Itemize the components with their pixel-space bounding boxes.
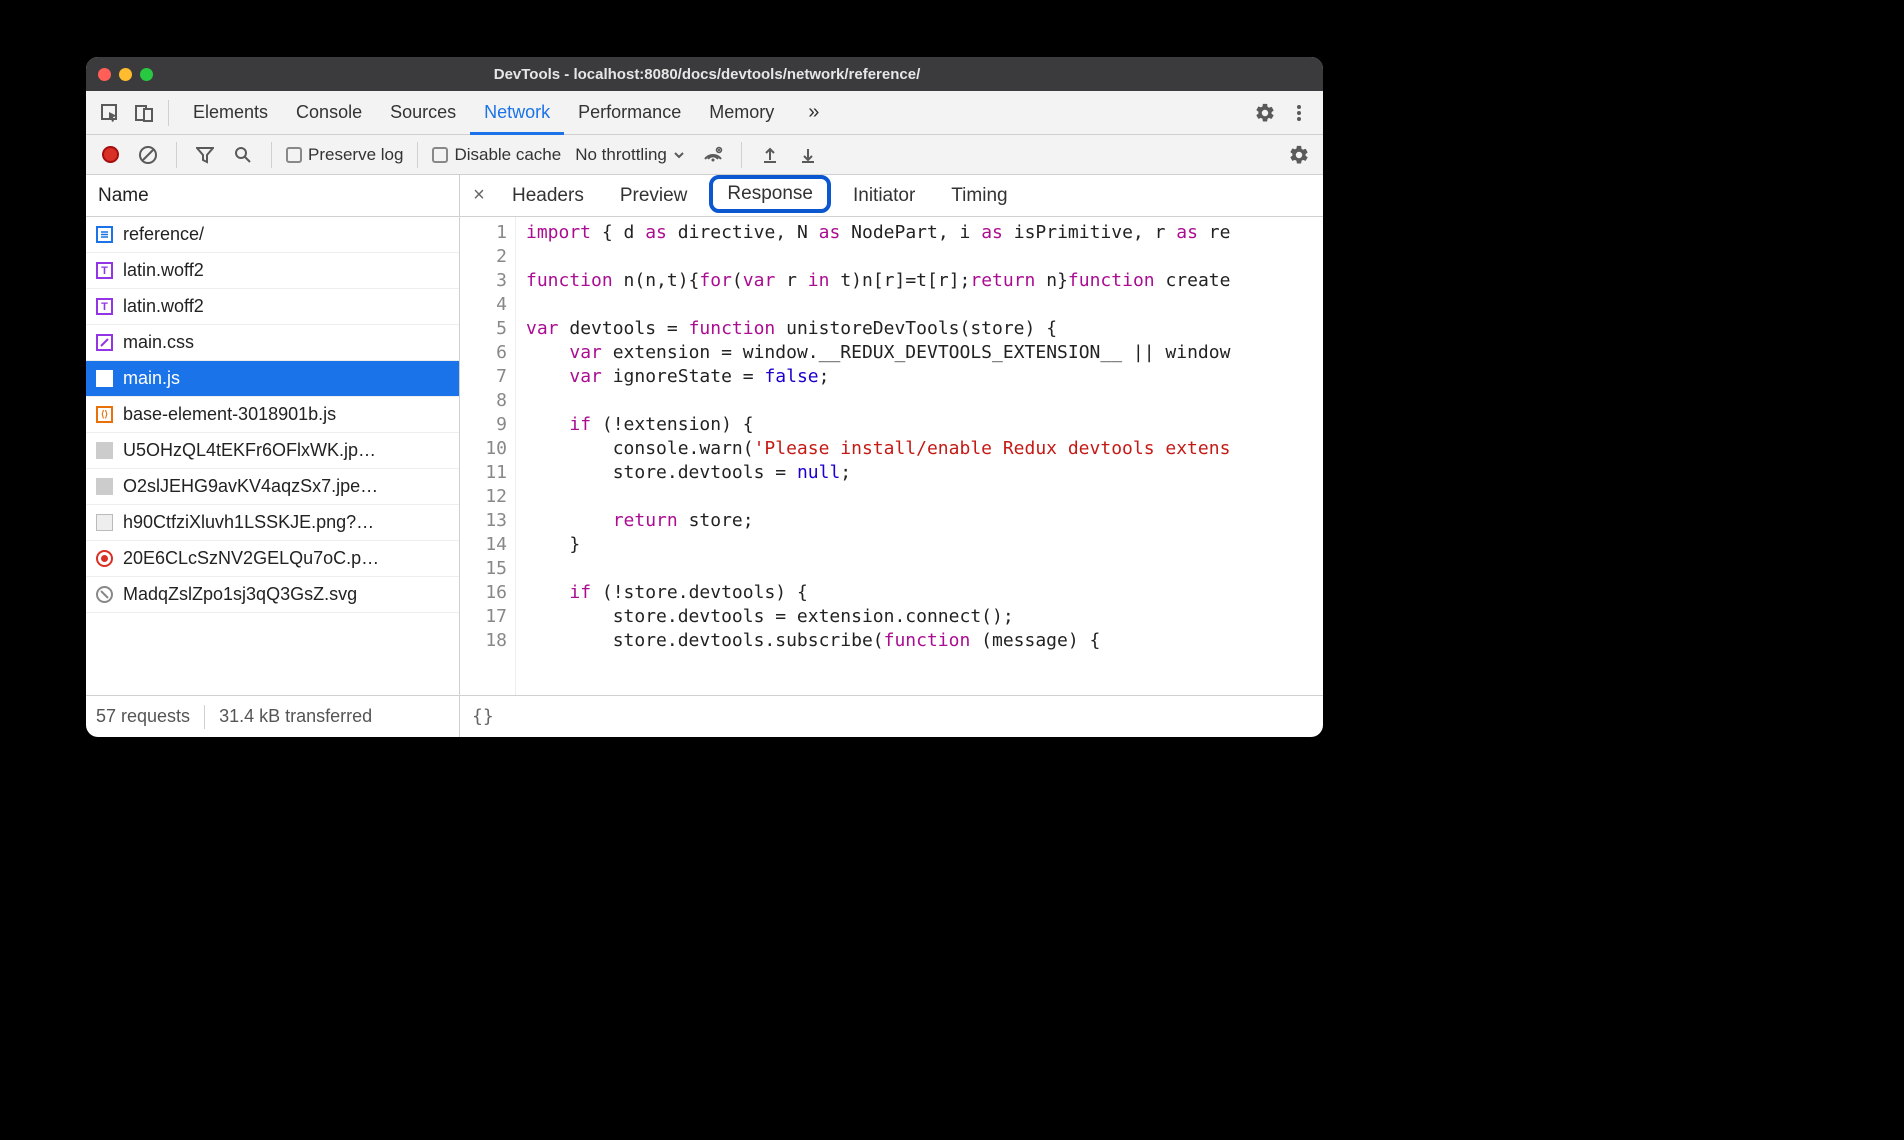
css-file-icon — [96, 334, 113, 351]
request-row[interactable]: 20E6CLcSzNV2GELQu7oC.p… — [86, 541, 459, 577]
tab-elements[interactable]: Elements — [179, 91, 282, 135]
png-file-icon — [96, 514, 113, 531]
network-toolbar: Preserve log Disable cache No throttling — [86, 135, 1323, 175]
minimize-window-button[interactable] — [119, 68, 132, 81]
request-row[interactable]: Tlatin.woff2 — [86, 253, 459, 289]
window-controls — [98, 68, 153, 81]
request-row[interactable]: U5OHzQL4tEKFr6OFlxWK.jp… — [86, 433, 459, 469]
request-row[interactable]: MadqZslZpo1sj3qQ3GsZ.svg — [86, 577, 459, 613]
search-icon[interactable] — [229, 141, 257, 169]
tab-memory[interactable]: Memory — [695, 91, 788, 135]
jso-file-icon: ⟨⟩ — [96, 406, 113, 423]
doc-file-icon — [96, 226, 113, 243]
requests-count: 57 requests — [96, 706, 190, 727]
devtools-window: DevTools - localhost:8080/docs/devtools/… — [86, 57, 1323, 737]
request-name: main.css — [123, 332, 194, 353]
img-file-icon — [96, 478, 113, 495]
disable-cache-checkbox[interactable]: Disable cache — [432, 145, 561, 165]
response-code-area[interactable]: 1 2 3 4 5 6 7 8 9 10 11 12 13 14 15 16 1… — [460, 217, 1323, 695]
request-name: base-element-3018901b.js — [123, 404, 336, 425]
detail-tab-timing[interactable]: Timing — [933, 175, 1025, 217]
separator — [271, 142, 272, 168]
detail-tab-headers[interactable]: Headers — [494, 175, 602, 217]
request-row[interactable]: Tlatin.woff2 — [86, 289, 459, 325]
detail-pane: × HeadersPreviewResponseInitiatorTiming … — [460, 175, 1323, 737]
window-title: DevTools - localhost:8080/docs/devtools/… — [153, 66, 1261, 83]
chevron-down-icon — [673, 149, 685, 161]
tab-performance[interactable]: Performance — [564, 91, 695, 135]
request-name: MadqZslZpo1sj3qQ3GsZ.svg — [123, 584, 357, 605]
request-row[interactable]: h90CtfziXluvh1LSSKJE.png?… — [86, 505, 459, 541]
response-footer: {} — [460, 695, 1323, 737]
request-name: main.js — [123, 368, 180, 389]
request-name: 20E6CLcSzNV2GELQu7oC.p… — [123, 548, 379, 569]
close-detail-icon[interactable]: × — [464, 184, 494, 207]
settings-gear-icon[interactable] — [1251, 99, 1279, 127]
clear-icon[interactable] — [134, 141, 162, 169]
device-toolbar-icon[interactable] — [130, 99, 158, 127]
request-name: latin.woff2 — [123, 260, 204, 281]
detail-tab-initiator[interactable]: Initiator — [835, 175, 933, 217]
name-column-header[interactable]: Name — [86, 175, 459, 217]
request-row[interactable]: ⟨⟩ main.js — [86, 361, 459, 397]
detail-tab-response[interactable]: Response — [709, 175, 831, 213]
titlebar: DevTools - localhost:8080/docs/devtools/… — [86, 57, 1323, 91]
request-row[interactable]: main.css — [86, 325, 459, 361]
disable-cache-label: Disable cache — [454, 145, 561, 164]
svg-file-icon — [96, 586, 113, 603]
preserve-log-checkbox[interactable]: Preserve log — [286, 145, 403, 165]
pretty-print-button[interactable]: {} — [472, 706, 494, 727]
img-file-icon — [96, 442, 113, 459]
close-window-button[interactable] — [98, 68, 111, 81]
font-file-icon: T — [96, 298, 113, 315]
request-name: O2slJEHG9avKV4aqzSx7.jpe… — [123, 476, 378, 497]
zoom-window-button[interactable] — [140, 68, 153, 81]
tab-sources[interactable]: Sources — [376, 91, 470, 135]
request-name: U5OHzQL4tEKFr6OFlxWK.jp… — [123, 440, 376, 461]
fav-file-icon — [96, 550, 113, 567]
panel-body: Name reference/Tlatin.woff2Tlatin.woff2m… — [86, 175, 1323, 737]
record-button[interactable] — [96, 141, 124, 169]
download-har-icon[interactable] — [794, 141, 822, 169]
preserve-log-label: Preserve log — [308, 145, 403, 164]
throttling-value: No throttling — [575, 145, 667, 165]
font-file-icon: T — [96, 262, 113, 279]
request-name: latin.woff2 — [123, 296, 204, 317]
request-row[interactable]: ⟨⟩ base-element-3018901b.js — [86, 397, 459, 433]
separator — [741, 142, 742, 168]
more-tabs-button[interactable]: » — [794, 91, 833, 135]
line-gutter: 1 2 3 4 5 6 7 8 9 10 11 12 13 14 15 16 1… — [460, 217, 516, 695]
separator — [204, 705, 205, 729]
js-file-icon: ⟨⟩ — [96, 370, 113, 387]
kebab-menu-icon[interactable] — [1285, 99, 1313, 127]
request-list[interactable]: reference/Tlatin.woff2Tlatin.woff2main.c… — [86, 217, 459, 695]
tab-console[interactable]: Console — [282, 91, 376, 135]
network-conditions-icon[interactable] — [699, 141, 727, 169]
filter-icon[interactable] — [191, 141, 219, 169]
main-tabs-row: ElementsConsoleSourcesNetworkPerformance… — [86, 91, 1323, 135]
upload-har-icon[interactable] — [756, 141, 784, 169]
inspect-element-icon[interactable] — [96, 99, 124, 127]
request-name: h90CtfziXluvh1LSSKJE.png?… — [123, 512, 374, 533]
request-name: reference/ — [123, 224, 204, 245]
separator — [176, 142, 177, 168]
separator — [168, 100, 169, 126]
tab-network[interactable]: Network — [470, 91, 564, 135]
throttling-select[interactable]: No throttling — [571, 145, 689, 165]
detail-tabs-row: × HeadersPreviewResponseInitiatorTiming — [460, 175, 1323, 217]
separator — [417, 142, 418, 168]
status-bar: 57 requests 31.4 kB transferred — [86, 695, 459, 737]
network-settings-gear-icon[interactable] — [1285, 141, 1313, 169]
requests-pane: Name reference/Tlatin.woff2Tlatin.woff2m… — [86, 175, 460, 737]
detail-tab-preview[interactable]: Preview — [602, 175, 706, 217]
transferred-size: 31.4 kB transferred — [219, 706, 372, 727]
main-tabs: ElementsConsoleSourcesNetworkPerformance… — [179, 91, 788, 135]
request-row[interactable]: reference/ — [86, 217, 459, 253]
code-content[interactable]: import { d as directive, N as NodePart, … — [516, 217, 1323, 695]
request-row[interactable]: O2slJEHG9avKV4aqzSx7.jpe… — [86, 469, 459, 505]
